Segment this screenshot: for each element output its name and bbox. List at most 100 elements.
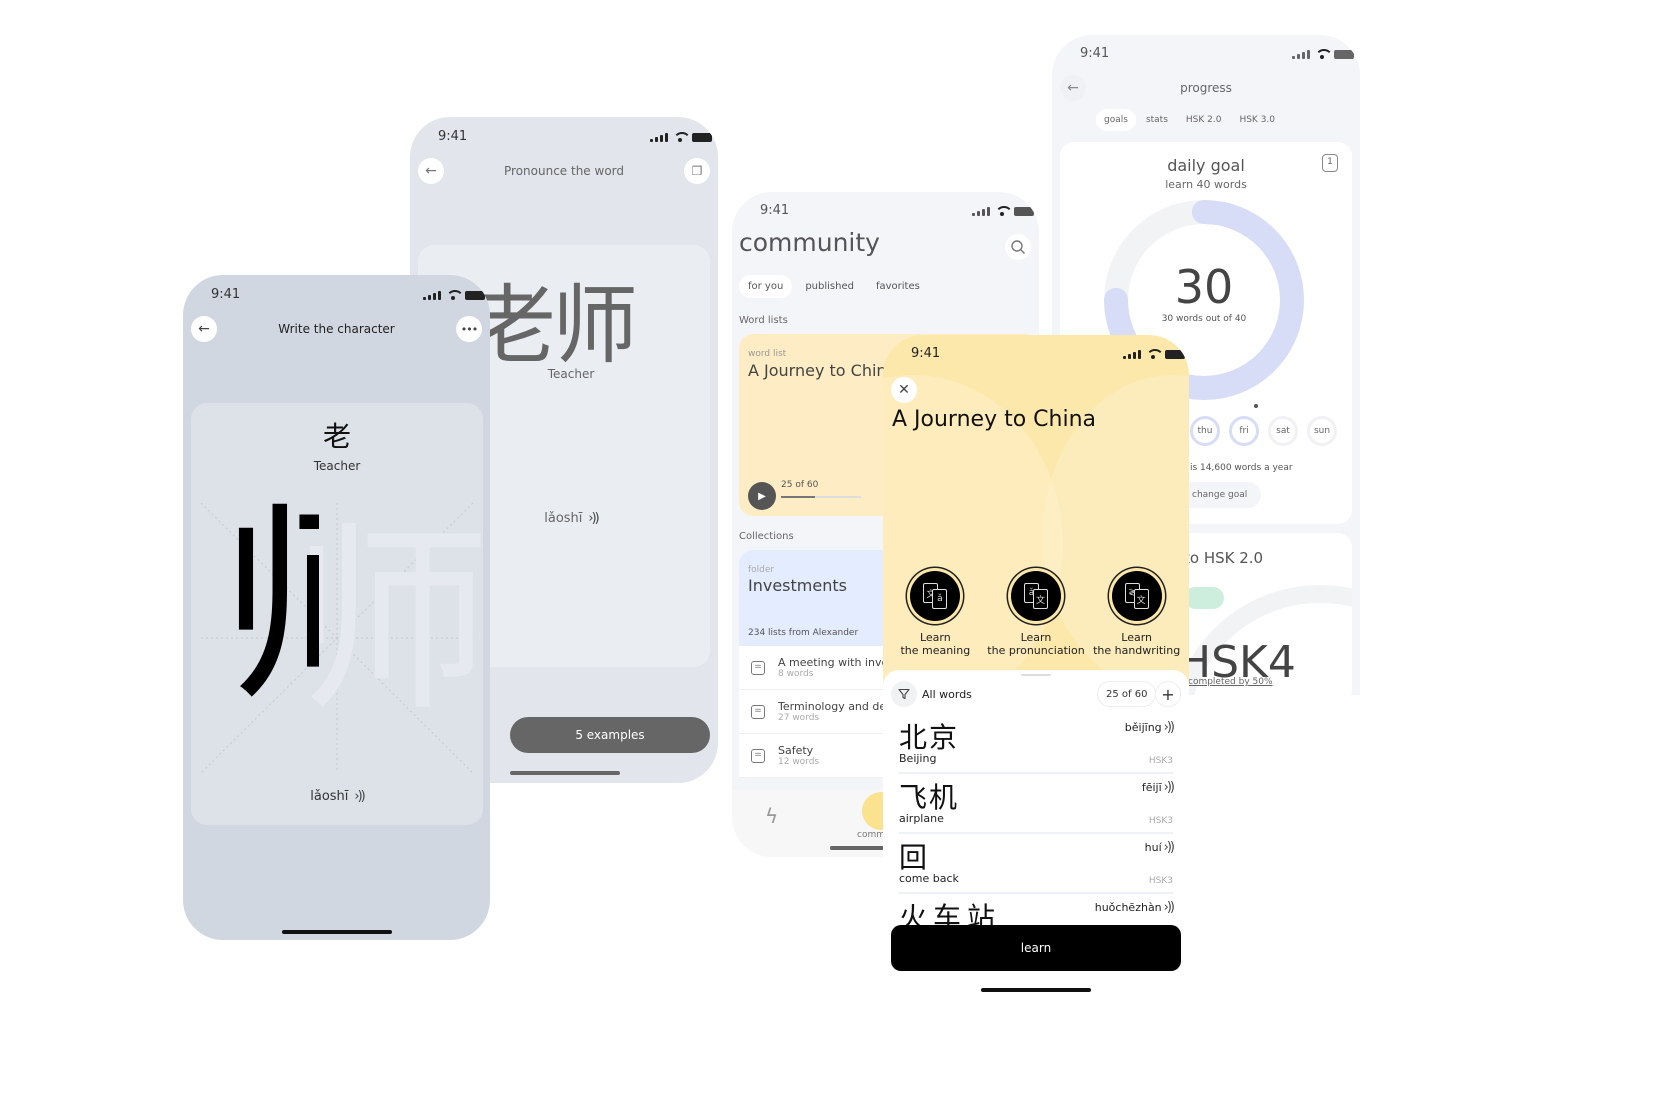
list-name: Safety (778, 744, 814, 757)
search-button[interactable] (1005, 234, 1031, 260)
calendar-icon[interactable]: 1 (1322, 154, 1338, 172)
more-button[interactable]: ••• (456, 316, 482, 342)
battery-icon (1165, 350, 1188, 359)
goal-subtitle: learn 40 words (1165, 178, 1247, 191)
mode-handwriting[interactable]: ≷ 文 Learn the handwriting (1087, 571, 1187, 657)
wifi-icon (995, 206, 1013, 216)
play-button[interactable]: ▶ (748, 482, 776, 510)
mode-label: Learn the handwriting (1093, 631, 1180, 657)
tab-for-you[interactable]: for you (739, 275, 793, 298)
status-icons (972, 206, 1037, 216)
hsk-level: HSK3 (1148, 876, 1173, 886)
writing-card: 老 Teacher 师 师 lǎoshī ›)) (191, 403, 483, 825)
status-time: 9:41 (911, 346, 941, 361)
day-sun[interactable]: sun (1307, 416, 1337, 446)
search-icon (1011, 240, 1025, 254)
learn-button[interactable]: learn (891, 925, 1181, 971)
sound-icon: ›)) (1163, 900, 1175, 915)
sound-icon: ›)) (1163, 720, 1175, 735)
word-hanzi: 回 (899, 841, 930, 874)
pinyin-text: lǎoshī (544, 511, 583, 526)
drawing-canvas[interactable]: 师 (219, 503, 319, 713)
card-meta: 234 lists from Alexander (748, 628, 859, 638)
plus-icon: + (1161, 684, 1175, 704)
mode-label-line2: the pronunciation (987, 644, 1085, 657)
filter-label[interactable]: All words (922, 688, 972, 701)
tab-published[interactable]: published (796, 275, 863, 298)
word-pinyin[interactable]: běijīng ›)) (1125, 720, 1175, 735)
character-guide: 师 (291, 506, 483, 739)
mode-label-line2: the handwriting (1093, 644, 1181, 657)
battery-icon (465, 291, 488, 300)
mode-label-line1: Learn (1121, 631, 1153, 644)
close-button[interactable]: ✕ (891, 377, 917, 403)
progress-tabs: goals stats HSK 2.0 HSK 3.0 (1096, 109, 1283, 131)
word-pinyin[interactable]: huǒchēzhàn ›)) (1095, 900, 1175, 915)
mode-meaning[interactable]: 文ǎ Learn the meaning (885, 571, 985, 657)
status-icons (1292, 49, 1357, 59)
copy-icon: ❐ (691, 164, 703, 178)
day-sat[interactable]: sat (1268, 416, 1298, 446)
home-indicator (282, 930, 392, 934)
word-row[interactable]: 飞机 airplane fēijī ›)) HSK3 (899, 774, 1175, 834)
sheet-grabber[interactable] (1021, 674, 1051, 676)
tab-hsk-3[interactable]: HSK 3.0 (1231, 109, 1283, 131)
sound-icon: ›)) (588, 511, 599, 526)
signal-icon (1292, 50, 1310, 59)
hsk-level: HSK3 (1148, 756, 1173, 766)
change-goal-button[interactable]: change goal (1178, 482, 1262, 508)
tab-goals[interactable]: goals (1096, 109, 1136, 131)
sound-icon: ›)) (1163, 840, 1175, 855)
word-list: 北京 Beijing běijīng ›)) HSK3 飞机 airplane f… (899, 714, 1175, 954)
card-kind: word list (748, 349, 787, 359)
word-pinyin[interactable]: huí ›)) (1144, 840, 1175, 855)
day-thu[interactable]: thu (1190, 416, 1220, 446)
day-fri[interactable]: fri (1229, 416, 1259, 446)
tab-stats[interactable]: stats (1138, 109, 1176, 131)
battery-icon (692, 133, 715, 142)
word-count: 25 of 60 (1097, 681, 1157, 707)
mode-label-line1: Learn (1020, 631, 1052, 644)
add-word-button[interactable]: + (1155, 681, 1181, 707)
lightning-icon[interactable]: ϟ (765, 804, 778, 828)
tab-hsk-2[interactable]: HSK 2.0 (1178, 109, 1230, 131)
screen-title: progress (1180, 81, 1232, 95)
status-icons (650, 132, 715, 142)
hsk-arc-fill (1184, 587, 1224, 609)
signal-icon (650, 133, 668, 142)
status-time: 9:41 (1080, 46, 1110, 61)
copy-button[interactable]: ❐ (684, 158, 710, 184)
close-icon: ✕ (898, 382, 910, 398)
list-icon: = (751, 748, 765, 763)
mode-pronunciation[interactable]: ǎ文 Learn the pronunciation (986, 571, 1086, 657)
word-row[interactable]: 回 come back huí ›)) HSK3 (899, 834, 1175, 894)
pinyin-text: huí (1144, 841, 1162, 854)
pronunciation-icon: ǎ文 (1010, 571, 1061, 621)
word-gloss: come back (899, 872, 959, 885)
word-hanzi: 飞机 (899, 781, 960, 814)
prev-character: 老 (322, 420, 351, 453)
today-dot (1254, 404, 1258, 408)
goal-title: daily goal (1167, 156, 1245, 175)
status-time: 9:41 (211, 287, 241, 302)
list-count: 12 words (778, 757, 820, 767)
more-icon: ••• (460, 322, 478, 336)
card-glyph: ǎ (932, 589, 948, 609)
filter-button[interactable] (891, 681, 917, 707)
mode-label: Learn the meaning (900, 631, 970, 657)
screen-title: Write the character (278, 322, 395, 336)
pinyin-row[interactable]: lǎoshī ›)) (191, 789, 483, 804)
word-hanzi: 北京 (899, 721, 960, 754)
signal-icon (1123, 350, 1141, 359)
progress-bar (781, 496, 861, 498)
tab-favorites[interactable]: favorites (867, 275, 929, 298)
word-row[interactable]: 北京 Beijing běijīng ›)) HSK3 (899, 714, 1175, 774)
mode-label-line2: the meaning (900, 644, 971, 657)
pinyin-text: lǎoshī (310, 789, 349, 804)
word-hanzi: 老师 (470, 276, 638, 376)
examples-button[interactable]: 5 examples (510, 717, 710, 753)
list-icon: = (751, 660, 765, 675)
collections-label: Collections (739, 531, 794, 542)
word-pinyin[interactable]: fēijī ›)) (1142, 780, 1175, 795)
hsk-title: to HSK 2.0 (1184, 549, 1264, 567)
